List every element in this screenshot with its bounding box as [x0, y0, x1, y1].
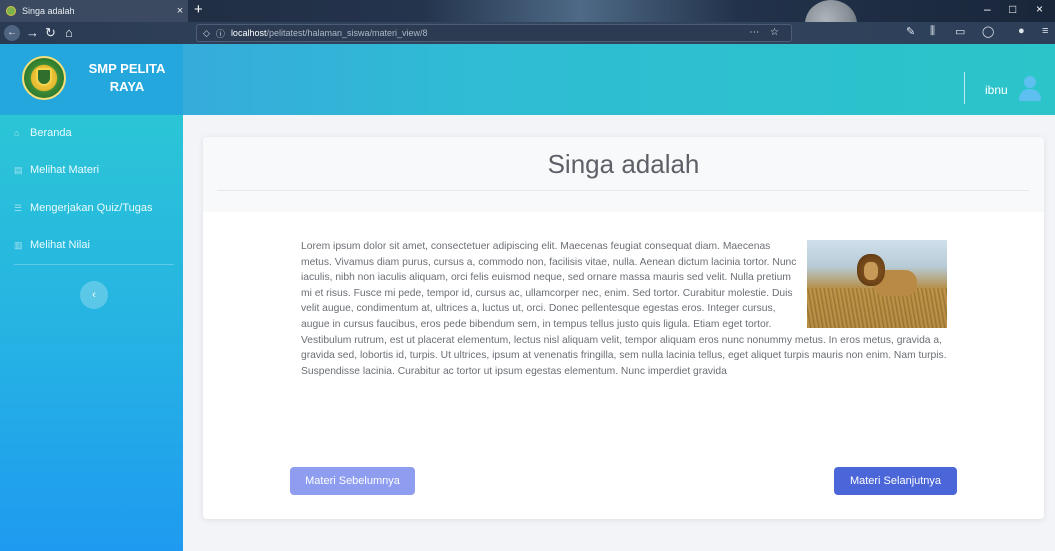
extension-icon[interactable]: ●: [1018, 25, 1025, 37]
favicon-icon: [6, 6, 16, 16]
school-logo: [22, 56, 66, 100]
library-icon[interactable]: ⫼: [930, 25, 935, 38]
document-icon: ▤: [14, 164, 23, 175]
sidebar-divider: [14, 264, 174, 265]
brand[interactable]: SMP PELITA RAYA: [0, 44, 183, 115]
home-browser-icon[interactable]: ⌂: [65, 25, 73, 40]
browser-nav-bar: ← → ↻ ⌂ ◇ ⓘ localhost/pelitatest/halaman…: [0, 22, 1055, 44]
logo-emblem-icon: [36, 68, 52, 86]
back-icon[interactable]: ←: [4, 25, 20, 41]
home-icon: ⌂: [14, 128, 20, 138]
school-name: SMP PELITA RAYA: [88, 61, 166, 94]
minimize-icon[interactable]: –: [984, 2, 991, 16]
tools-icon[interactable]: ✎: [906, 25, 915, 38]
browser-tab[interactable]: Singa adalah ×: [0, 0, 188, 22]
reload-icon[interactable]: ↻: [45, 25, 56, 41]
sidebar-toggle-icon[interactable]: ▭: [955, 25, 965, 38]
account-icon[interactable]: ◯: [982, 25, 994, 38]
sidebar-item-beranda[interactable]: ⌂ Beranda: [0, 115, 183, 151]
header-divider: [964, 72, 965, 104]
sidebar-collapse-button[interactable]: ‹: [80, 281, 108, 309]
list-icon: ☰: [14, 202, 23, 213]
maximize-icon[interactable]: □: [1009, 2, 1016, 16]
previous-material-button[interactable]: Materi Sebelumnya: [290, 467, 415, 495]
tab-title: Singa adalah: [22, 6, 75, 16]
lion-image: [807, 240, 947, 328]
close-window-icon[interactable]: ×: [1036, 2, 1043, 16]
browser-tab-bar: Singa adalah × + – □ ×: [0, 0, 1055, 48]
sidebar-item-label: Melihat Nilai: [30, 239, 90, 251]
url-bar[interactable]: ◇ ⓘ localhost/pelitatest/halaman_siswa/m…: [196, 24, 792, 42]
close-tab-icon[interactable]: ×: [172, 5, 188, 17]
app-header: SMP PELITA RAYA ibnu: [0, 44, 1055, 115]
sidebar-item-label: Melihat Materi: [30, 164, 100, 176]
forward-icon[interactable]: →: [26, 25, 39, 40]
user-avatar-icon[interactable]: [1019, 76, 1041, 102]
sidebar-item-label: Mengerjakan Quiz/Tugas: [30, 202, 153, 214]
material-content: Lorem ipsum dolor sit amet, consectetuer…: [301, 239, 947, 379]
url-path: /pelitatest/halaman_siswa/materi_view/8: [266, 28, 428, 38]
title-divider: [217, 190, 1029, 191]
shield-icon: ◇: [203, 27, 210, 38]
sidebar-item-melihat-nilai[interactable]: ▥ Melihat Nilai: [0, 227, 183, 263]
material-card: Singa adalah Lorem ipsum dolor sit amet,…: [203, 137, 1044, 519]
user-name[interactable]: ibnu: [985, 83, 1008, 97]
sidebar-item-quiz-tugas[interactable]: ☰ Mengerjakan Quiz/Tugas: [0, 190, 183, 226]
sidebar: ⌂ Beranda ▤ Melihat Materi ☰ Mengerjakan…: [0, 115, 183, 551]
grade-icon: ▥: [14, 239, 23, 250]
next-material-button[interactable]: Materi Selanjutnya: [834, 467, 957, 495]
new-tab-icon[interactable]: +: [194, 1, 203, 18]
page-title: Singa adalah: [547, 149, 700, 179]
menu-icon[interactable]: ≡: [1042, 25, 1048, 37]
sidebar-item-label: Beranda: [30, 127, 72, 139]
url-host: localhost: [230, 28, 267, 38]
info-icon: ⓘ: [215, 28, 225, 39]
sidebar-item-melihat-materi[interactable]: ▤ Melihat Materi: [0, 152, 183, 188]
page-actions-icon[interactable]: ⋯ ☆: [749, 27, 783, 38]
